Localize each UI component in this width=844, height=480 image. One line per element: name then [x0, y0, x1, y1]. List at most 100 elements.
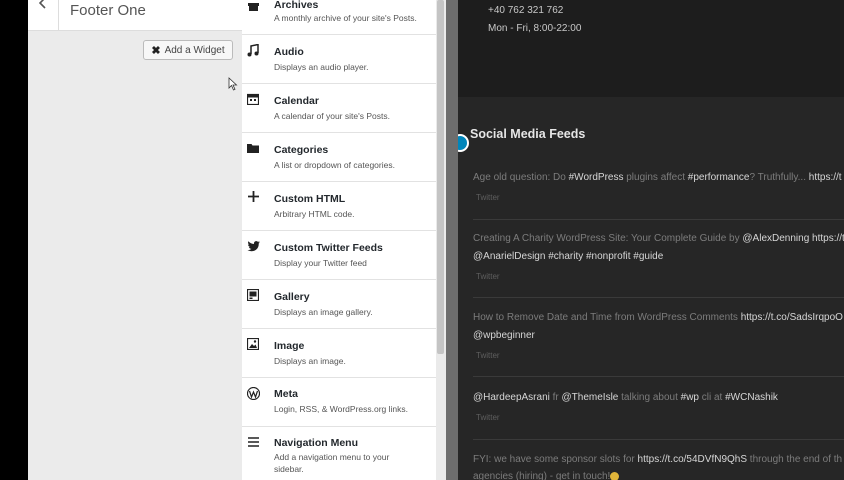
mention-link[interactable]: @HardeepAsrani: [473, 392, 550, 403]
widget-desc: Login, RSS, & WordPress.org links.: [274, 404, 409, 414]
customizer-panel: Footer One ✖ Add a Widget: [28, 0, 242, 480]
widget-desc: Display your Twitter feed: [274, 258, 367, 268]
available-widgets-list: Archives A monthly archive of your site'…: [242, 0, 436, 480]
scrollbar-thumb[interactable]: [437, 0, 444, 354]
url-link[interactable]: https://t.co/54DVfN9QhS: [638, 454, 748, 465]
hashtag-link[interactable]: #WordPress: [569, 172, 624, 183]
mention-link[interactable]: @wpbeginner: [473, 330, 535, 341]
widget-item-navigation-menu[interactable]: Navigation Menu Add a navigation menu to…: [242, 428, 436, 480]
tweet-text-segment: plugins affect: [623, 172, 688, 183]
widget-name: Meta: [274, 388, 298, 400]
tweet-text[interactable]: FYI: we have some sponsor slots for http…: [473, 451, 842, 469]
edit-shortcut-button[interactable]: [458, 134, 469, 152]
widget-item-audio[interactable]: Audio Displays an audio player.: [242, 36, 436, 84]
social-feeds-title: Social Media Feeds: [470, 127, 586, 141]
footer-hero: +40 762 321 762 Mon - Fri, 8:00-22:00: [458, 0, 844, 97]
widget-name: Calendar: [274, 95, 319, 107]
plus-icon: [246, 189, 260, 203]
mention-link[interactable]: @ThemeIsle: [562, 392, 619, 403]
url-link[interactable]: https://t.c: [812, 233, 844, 244]
business-hours: Mon - Fri, 8:00-22:00: [488, 23, 582, 34]
widget-name: Image: [274, 340, 305, 352]
tweet-text[interactable]: @HardeepAsrani fr @ThemeIsle talking abo…: [473, 389, 778, 407]
tweet-text[interactable]: Creating A Charity WordPress Site: Your …: [473, 230, 844, 248]
tweet-text-line2[interactable]: @wpbeginner: [473, 327, 535, 345]
tweet-separator: [473, 439, 844, 440]
tweet-text[interactable]: How to Remove Date and Time from WordPre…: [473, 309, 843, 327]
widget-item-image[interactable]: Image Displays an image.: [242, 330, 436, 378]
widget-item-calendar[interactable]: Calendar A calendar of your site's Posts…: [242, 85, 436, 133]
mention-link[interactable]: @AnarielDesign: [473, 251, 545, 262]
widget-item-custom-html[interactable]: Custom HTML Arbitrary HTML code.: [242, 183, 436, 231]
tweet-text-segment: Age old question: Do: [473, 172, 569, 183]
panel-title: Footer One: [70, 2, 146, 19]
tweet-text-segment: FYI: we have some sponsor slots for: [473, 454, 638, 465]
url-link[interactable]: https://t.co/SadsIrqpoO: [741, 312, 843, 323]
tweet-text-segment: cli at: [699, 392, 726, 403]
twitter-icon: [246, 239, 260, 253]
tweet-source[interactable]: Twitter: [476, 272, 500, 281]
widget-desc: Arbitrary HTML code.: [274, 209, 355, 219]
url-link[interactable]: https://t: [809, 172, 842, 183]
menu-icon: [246, 435, 260, 449]
hashtag-link[interactable]: #performance: [688, 172, 750, 183]
panel-header: Footer One: [28, 0, 242, 31]
tweet-separator: [473, 219, 844, 220]
widget-name: Custom Twitter Feeds: [274, 242, 383, 254]
tweet-text-segment: How to Remove Date and Time from WordPre…: [473, 312, 741, 323]
tweet-text-line2[interactable]: agencies (hiring) - get in touch!: [473, 468, 620, 480]
site-preview: +40 762 321 762 Mon - Fri, 8:00-22:00 So…: [458, 0, 844, 480]
widget-name: Categories: [274, 144, 329, 156]
left-strip: [0, 0, 28, 480]
widget-desc: A monthly archive of your site's Posts.: [274, 13, 417, 23]
tweet-source[interactable]: Twitter: [476, 413, 500, 422]
hashtag-link[interactable]: #wp: [681, 392, 699, 403]
music-note-icon: [246, 43, 260, 57]
tweet-text-segment: ? Truthfully...: [749, 172, 809, 183]
widget-desc: Displays an image gallery.: [274, 307, 373, 317]
hashtag-link[interactable]: #guide: [633, 251, 663, 262]
hashtag-link[interactable]: #charity: [548, 251, 583, 262]
widget-item-custom-twitter-feeds[interactable]: Custom Twitter Feeds Display your Twitte…: [242, 232, 436, 280]
gallery-icon: [246, 288, 260, 302]
widget-item-meta[interactable]: Meta Login, RSS, & WordPress.org links.: [242, 379, 436, 427]
mention-link[interactable]: @AlexDenning: [742, 233, 809, 244]
tweet-separator: [473, 376, 844, 377]
x-icon: ✖: [151, 44, 161, 57]
tweet-source[interactable]: Twitter: [476, 351, 500, 360]
mouse-cursor-icon: [228, 77, 238, 91]
calendar-icon: [246, 92, 260, 106]
widget-desc: Add a navigation menu to your: [274, 452, 390, 462]
widget-name: Custom HTML: [274, 193, 346, 205]
tweet-source[interactable]: Twitter: [476, 193, 500, 202]
add-widget-button[interactable]: ✖ Add a Widget: [143, 40, 233, 60]
back-button[interactable]: [28, 0, 59, 30]
widget-desc: A list or dropdown of categories.: [274, 160, 395, 170]
wordpress-icon: [246, 386, 260, 400]
tweet-text-segment: Creating A Charity WordPress Site: Your …: [473, 233, 743, 244]
tweet-text[interactable]: Age old question: Do #WordPress plugins …: [473, 169, 842, 187]
widget-desc-line2: sidebar.: [274, 464, 304, 474]
widget-item-gallery[interactable]: Gallery Displays an image gallery.: [242, 281, 436, 329]
widget-desc: A calendar of your site's Posts.: [274, 111, 390, 121]
image-icon: [246, 337, 260, 351]
widget-item-categories[interactable]: Categories A list or dropdown of categor…: [242, 134, 436, 182]
widget-desc: Displays an image.: [274, 356, 346, 366]
hashtag-link[interactable]: #WCNashik: [725, 392, 778, 403]
tweet-separator: [473, 297, 844, 298]
tweet-text-segment: fr: [549, 392, 562, 403]
contact-phone: +40 762 321 762: [488, 5, 564, 16]
tweet-text-segment: agencies (hiring) - get in touch!: [473, 471, 611, 480]
add-widget-label: Add a Widget: [164, 44, 225, 56]
chevron-left-icon: [38, 0, 47, 12]
widget-name: Audio: [274, 46, 304, 58]
tweet-text-line2[interactable]: @AnarielDesign #charity #nonprofit #guid…: [473, 248, 663, 266]
widget-item-archives[interactable]: Archives A monthly archive of your site'…: [242, 0, 436, 35]
tweet-text-segment: through the end of th: [747, 454, 843, 465]
emoji-icon: [610, 471, 620, 480]
hashtag-link[interactable]: #nonprofit: [586, 251, 630, 262]
tweet-text-segment: talking about: [618, 392, 681, 403]
widget-name: Navigation Menu: [274, 437, 359, 449]
widget-name: Gallery: [274, 291, 310, 303]
panel-divider: [446, 0, 458, 480]
